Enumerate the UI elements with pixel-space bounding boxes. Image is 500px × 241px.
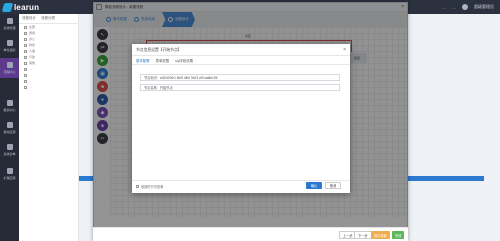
extension-icon [6, 168, 13, 174]
tab-flow-category[interactable]: 流程分类 [41, 16, 55, 21]
tree-toggle-icon [24, 73, 27, 77]
tree-label: 行政 [29, 55, 36, 59]
nav-item-forms[interactable]: 系统表单 [0, 140, 19, 160]
workflow-icon [6, 62, 13, 68]
system-icon [6, 18, 13, 24]
left-panel-tabs: 流程设计 流程分类 [19, 14, 78, 24]
confirm-button[interactable]: 确认 [306, 182, 322, 189]
nav-label: 报表中心 [3, 108, 16, 112]
brand-text: learun [14, 2, 40, 12]
designer-footer: 上一步 下一步 保存草稿 完成 [93, 227, 408, 241]
brand-mark-icon [1, 2, 14, 12]
nav-label: 单位组织 [3, 48, 16, 52]
tree-label: 其他 [29, 61, 36, 65]
nav-label: 扩展应用 [3, 176, 16, 180]
nav-label: 系统管理 [3, 26, 16, 30]
tree-label: … [29, 85, 32, 89]
tree-toggle-icon [24, 37, 27, 41]
nav-item-report[interactable]: 报表中心 [0, 96, 19, 116]
avatar[interactable] [462, 4, 468, 10]
tree-toggle-icon [24, 49, 27, 53]
header-right: … … 超级管理员 [442, 4, 494, 10]
nav-item-org[interactable]: 单位组织 [0, 36, 19, 56]
user-name[interactable]: 超级管理员 [474, 4, 494, 10]
tree-toggle-icon [24, 31, 27, 35]
form-icon [6, 144, 13, 150]
node-settings-dialog: 节点信息设置【开始节点】 × 基本配置 表单权限 sql字段设置 节点标识：a3… [132, 44, 350, 193]
tree-toggle-icon [24, 79, 27, 83]
tree-toggle-icon [24, 55, 27, 59]
tree-label: 财务 [29, 43, 36, 47]
tree-label: … [29, 67, 32, 71]
reject-view-option[interactable]: 驳回时只可查看 [136, 184, 163, 189]
tree-label: 通用 [29, 31, 36, 35]
nav-label: 系统表单 [3, 152, 16, 156]
tree-toggle-icon [24, 61, 27, 65]
tree-label: 人事 [29, 49, 36, 53]
save-draft-button[interactable]: 保存草稿 [371, 231, 390, 239]
cancel-button[interactable]: 取消 [325, 182, 341, 189]
dialog-close-icon[interactable]: × [343, 47, 346, 53]
right-panel [404, 30, 500, 180]
brand-logo[interactable]: learun [1, 2, 73, 12]
next-step-button[interactable]: 下一步 [354, 231, 372, 239]
left-nav: 系统管理 单位组织 流程中心 报表中心 移动应用 系统表单 扩展应用 [0, 14, 19, 241]
tree-label: … [29, 79, 32, 83]
nav-item-system[interactable]: 系统管理 [0, 14, 19, 34]
tab-flow-design[interactable]: 流程设计 [22, 16, 36, 21]
divider [132, 180, 350, 181]
finish-button[interactable]: 完成 [392, 231, 405, 239]
header-item[interactable]: … [452, 5, 456, 10]
checkbox[interactable] [136, 185, 139, 188]
tree-toggle-icon [24, 43, 27, 47]
header-item[interactable]: … [442, 5, 446, 10]
tree-label: 办公 [29, 37, 36, 41]
mobile-icon [6, 122, 13, 128]
checkbox-label: 驳回时只可查看 [141, 185, 164, 189]
tree-label: 全部 [29, 25, 36, 29]
tree-row[interactable]: … [19, 84, 78, 90]
report-icon [6, 100, 13, 106]
nav-item-ext[interactable]: 扩展应用 [0, 164, 19, 184]
node-name-field[interactable]: 节点名称：开始节点 [140, 84, 340, 91]
divider [132, 55, 350, 56]
tree-label: … [29, 73, 32, 77]
nav-item-mobile[interactable]: 移动应用 [0, 118, 19, 138]
dialog-title: 节点信息设置【开始节点】 [136, 48, 182, 52]
org-icon [6, 40, 13, 46]
nav-label: 移动应用 [3, 130, 16, 134]
tree-toggle-icon [24, 25, 27, 29]
divider [132, 64, 350, 65]
app-root: learun … … 超级管理员 系统管理 单位组织 流程中心 报表中心 移动应… [0, 0, 500, 241]
tree-toggle-icon [24, 67, 27, 71]
tree-toggle-icon [24, 85, 27, 89]
node-id-field[interactable]: 节点标识：a3f2d20fe1 8ef5 4fb5 9b23 c0f1aa8b1… [140, 74, 340, 81]
nav-label: 流程中心 [3, 70, 16, 74]
nav-item-workflow[interactable]: 流程中心 [0, 58, 19, 78]
left-panel: 流程设计 流程分类 全部 通用 办公 财务 人事 行政 其他 … … … … [19, 14, 79, 241]
